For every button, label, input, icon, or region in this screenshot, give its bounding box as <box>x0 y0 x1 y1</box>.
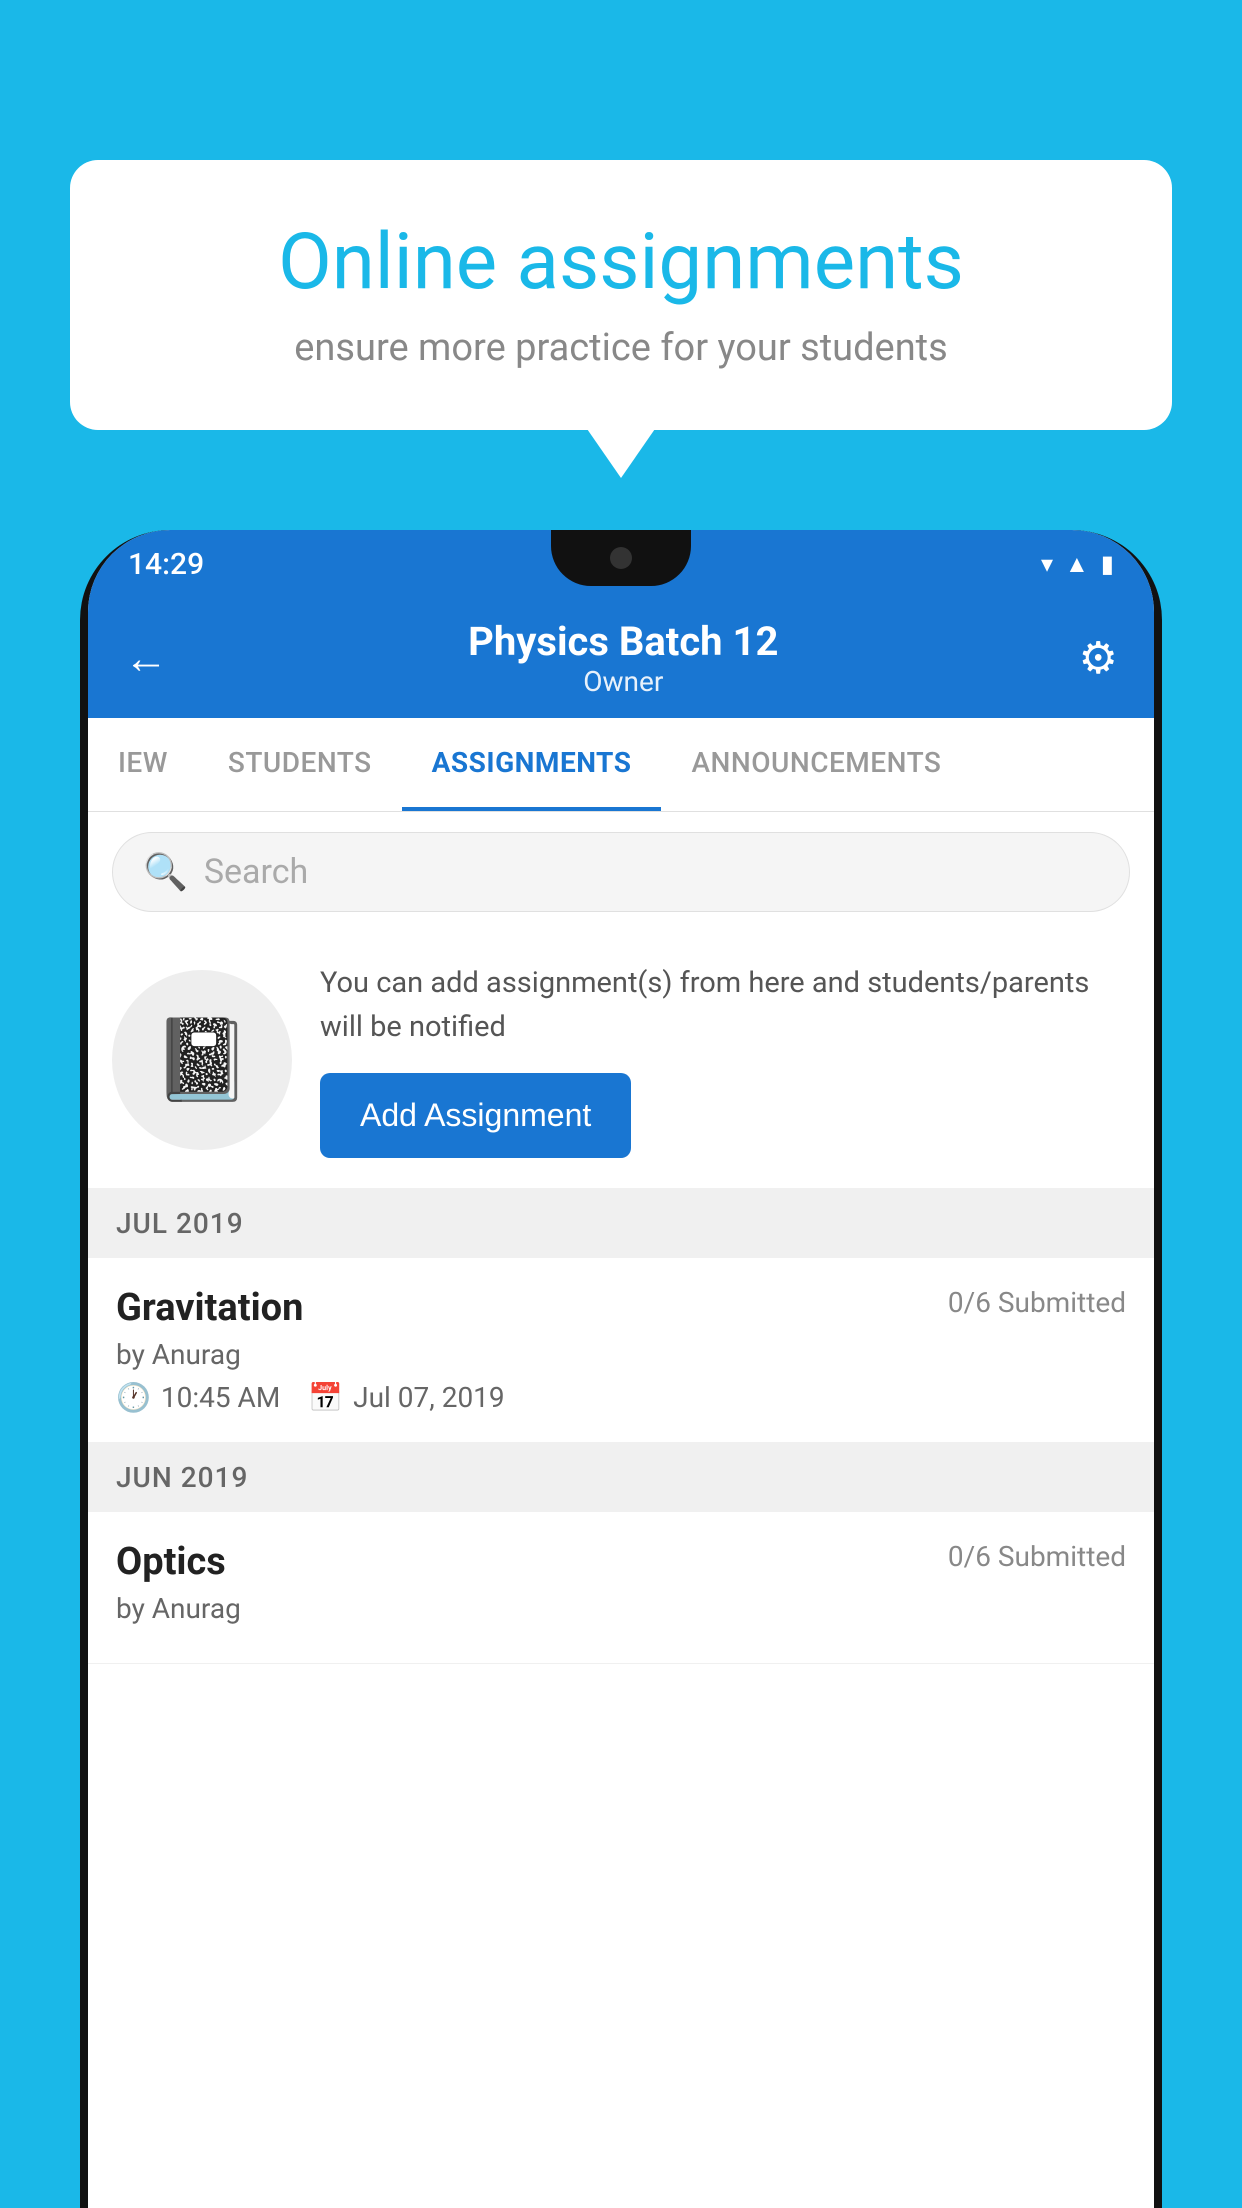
calendar-icon: 📅 <box>308 1381 343 1414</box>
header-title: Physics Batch 12 <box>168 618 1079 665</box>
submitted-count: 0/6 Submitted <box>948 1286 1126 1319</box>
assignment-item-gravitation[interactable]: Gravitation 0/6 Submitted by Anurag 🕐 10… <box>88 1258 1154 1443</box>
bubble-subtitle: ensure more practice for your students <box>140 326 1102 370</box>
assignment-date: Jul 07, 2019 <box>353 1381 505 1414</box>
assignment-meta: 🕐 10:45 AM 📅 Jul 07, 2019 <box>116 1381 1126 1414</box>
speech-bubble-container: Online assignments ensure more practice … <box>70 160 1172 430</box>
promo-text-section: You can add assignment(s) from here and … <box>320 962 1130 1158</box>
search-placeholder: Search <box>204 852 308 892</box>
tab-announcements[interactable]: ANNOUNCEMENTS <box>661 718 971 811</box>
phone-frame: 14:29 ▾ ▲ ▮ ← Physics Batch 12 Owner ⚙ I… <box>80 530 1162 2208</box>
notch <box>551 530 691 586</box>
status-icons: ▾ ▲ ▮ <box>1041 550 1114 579</box>
tab-students[interactable]: STUDENTS <box>198 718 402 811</box>
status-time: 14:29 <box>128 547 204 582</box>
meta-time: 🕐 10:45 AM <box>116 1381 280 1414</box>
signal-icon: ▲ <box>1065 550 1089 579</box>
battery-icon: ▮ <box>1101 550 1114 578</box>
camera-dot <box>610 547 632 569</box>
phone-screen: 14:29 ▾ ▲ ▮ ← Physics Batch 12 Owner ⚙ I… <box>88 530 1154 2208</box>
speech-bubble: Online assignments ensure more practice … <box>70 160 1172 430</box>
meta-date: 📅 Jul 07, 2019 <box>308 1381 504 1414</box>
promo-icon-circle: 📓 <box>112 970 292 1150</box>
clock-icon: 🕐 <box>116 1381 151 1414</box>
search-bar-container: 🔍 Search <box>88 812 1154 932</box>
bubble-title: Online assignments <box>140 220 1102 306</box>
status-bar: 14:29 ▾ ▲ ▮ <box>88 530 1154 598</box>
assignment-top-row: Gravitation 0/6 Submitted <box>116 1286 1126 1330</box>
wifi-icon: ▾ <box>1041 550 1053 578</box>
assignment-title-optics: Optics <box>116 1540 226 1584</box>
tab-assignments[interactable]: ASSIGNMENTS <box>402 718 662 811</box>
promo-description: You can add assignment(s) from here and … <box>320 962 1130 1049</box>
back-button[interactable]: ← <box>124 632 168 684</box>
settings-icon[interactable]: ⚙ <box>1079 632 1118 684</box>
header-center: Physics Batch 12 Owner <box>168 618 1079 698</box>
tab-iew[interactable]: IEW <box>88 718 198 811</box>
promo-section: 📓 You can add assignment(s) from here an… <box>88 932 1154 1189</box>
tabs-container: IEW STUDENTS ASSIGNMENTS ANNOUNCEMENTS <box>88 718 1154 812</box>
assignment-item-optics[interactable]: Optics 0/6 Submitted by Anurag <box>88 1512 1154 1664</box>
header-subtitle: Owner <box>168 665 1079 698</box>
assignment-top-row-optics: Optics 0/6 Submitted <box>116 1540 1126 1584</box>
assignment-by-optics: by Anurag <box>116 1592 1126 1625</box>
assignment-title: Gravitation <box>116 1286 303 1330</box>
search-icon: 🔍 <box>143 851 188 893</box>
submitted-count-optics: 0/6 Submitted <box>948 1540 1126 1573</box>
section-header-jul: JUL 2019 <box>88 1189 1154 1258</box>
assignment-time: 10:45 AM <box>161 1381 280 1414</box>
add-assignment-button[interactable]: Add Assignment <box>320 1073 631 1158</box>
search-bar[interactable]: 🔍 Search <box>112 832 1130 912</box>
assignment-by: by Anurag <box>116 1338 1126 1371</box>
section-header-jun: JUN 2019 <box>88 1443 1154 1512</box>
notebook-icon: 📓 <box>152 1013 252 1107</box>
app-header: ← Physics Batch 12 Owner ⚙ <box>88 598 1154 718</box>
